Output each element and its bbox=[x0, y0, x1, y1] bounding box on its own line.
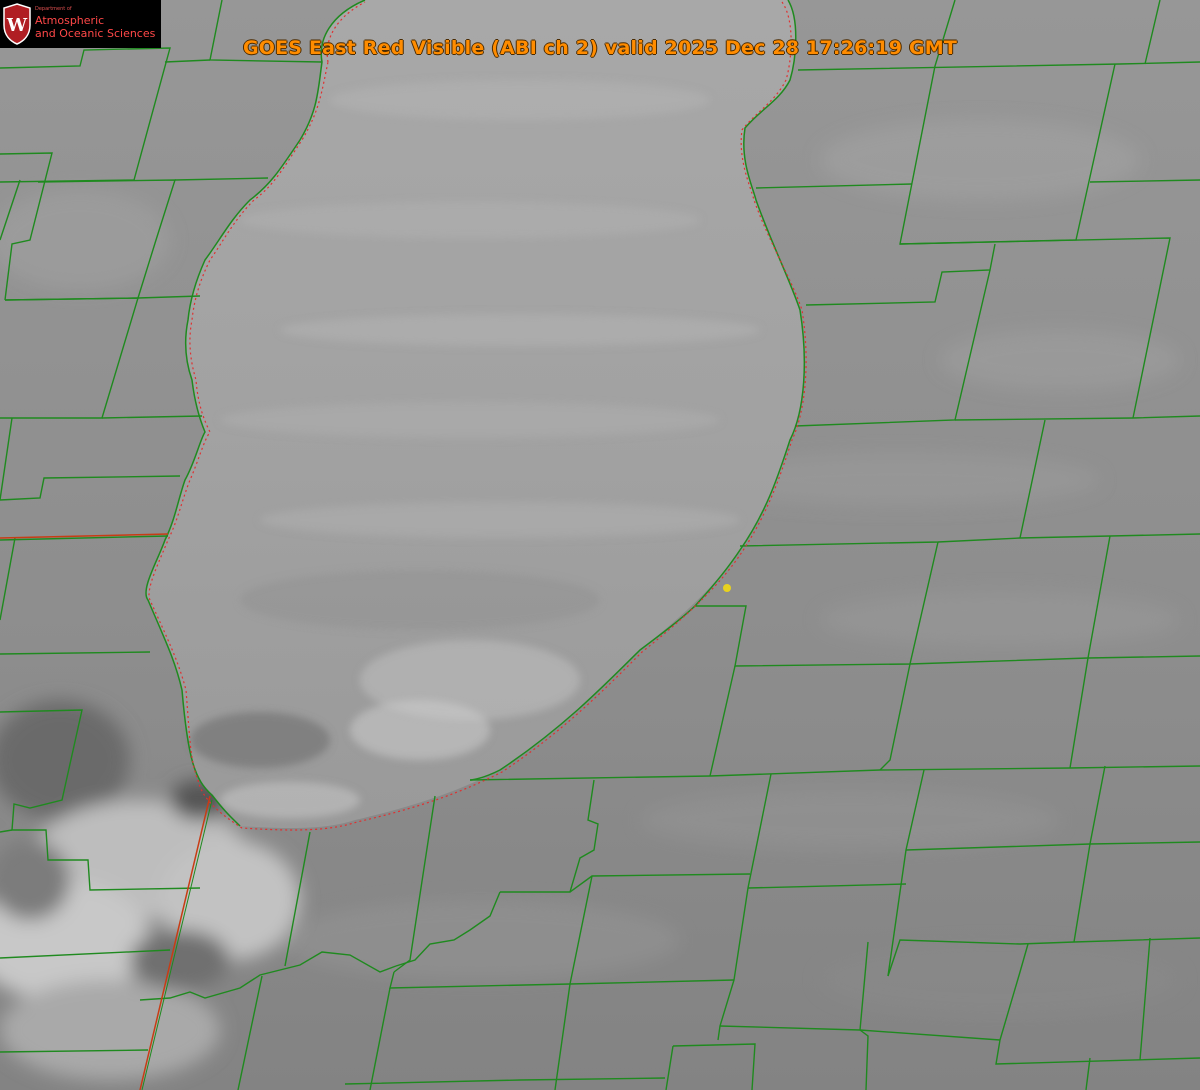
point-marker-icon bbox=[723, 584, 731, 592]
image-title: GOES East Red Visible (ABI ch 2) valid 2… bbox=[242, 37, 958, 59]
satellite-viewer: W Department of Atmospheric and Oceanic … bbox=[0, 0, 1200, 1090]
logo-name-line1: Atmospheric bbox=[35, 14, 105, 27]
satellite-map bbox=[0, 0, 1200, 1090]
crest-letter: W bbox=[6, 15, 28, 36]
logo-department-text: Department of bbox=[35, 6, 72, 12]
